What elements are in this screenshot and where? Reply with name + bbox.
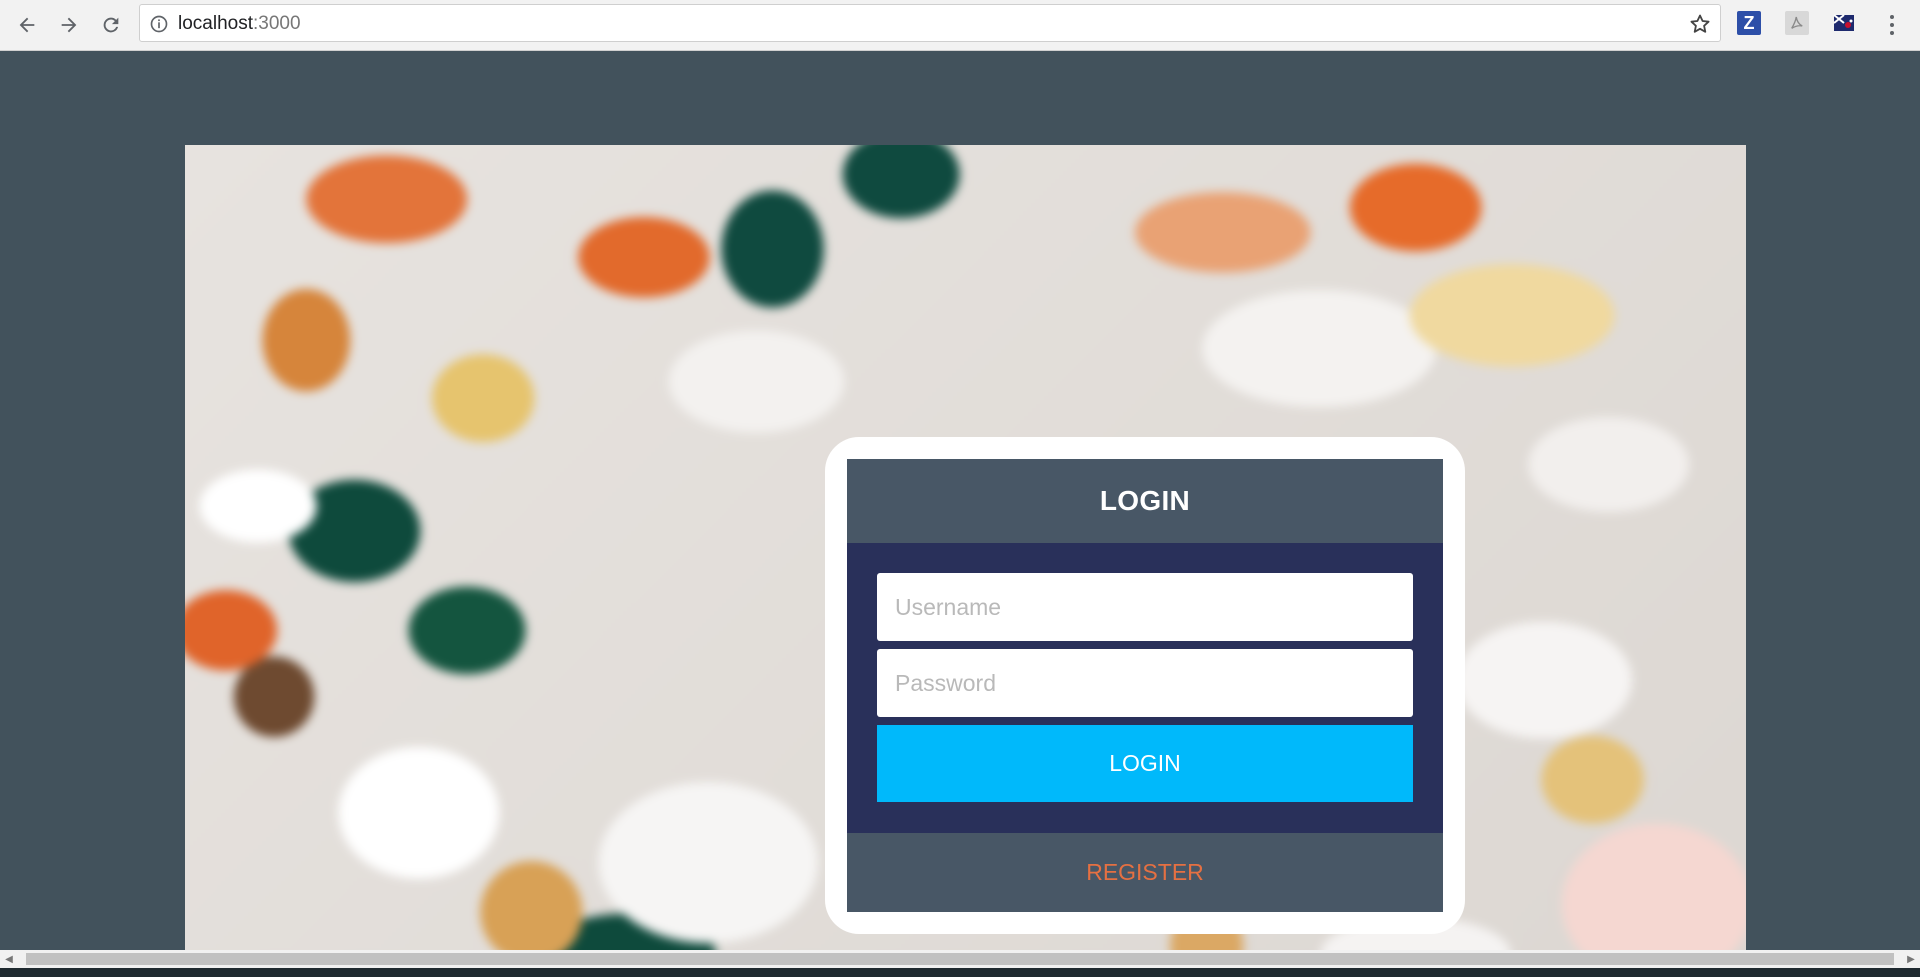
arrow-right-icon	[61, 17, 77, 33]
reload-button[interactable]	[94, 8, 128, 42]
password-input[interactable]	[877, 649, 1413, 717]
info-icon[interactable]	[149, 14, 169, 34]
kebab-menu-icon[interactable]	[1880, 10, 1904, 40]
login-card-panel: LOGIN LOGIN REGISTER	[847, 459, 1443, 912]
scroll-left-icon[interactable]: ◀	[0, 950, 18, 968]
url-port: :3000	[253, 13, 301, 34]
login-card: LOGIN LOGIN REGISTER	[825, 437, 1465, 934]
taskbar-strip	[0, 968, 1920, 977]
pdf-extension-icon[interactable]	[1785, 11, 1809, 35]
login-title: LOGIN	[1099, 485, 1191, 516]
reload-icon	[103, 17, 119, 33]
flag-extension-icon[interactable]	[1832, 11, 1856, 35]
register-link[interactable]: REGISTER	[847, 833, 1443, 912]
horizontal-scrollbar[interactable]: ◀ ▶	[0, 950, 1920, 968]
address-bar[interactable]: localhost:3000	[139, 4, 1721, 42]
acrobat-icon	[1791, 16, 1803, 29]
arrow-left-icon	[19, 17, 35, 33]
flag-icon	[1833, 14, 1854, 31]
star-icon[interactable]	[1688, 12, 1712, 36]
login-form: LOGIN	[847, 543, 1443, 833]
url-host: localhost	[178, 13, 253, 34]
scroll-right-icon[interactable]: ▶	[1902, 950, 1920, 968]
zotero-extension-icon[interactable]: Z	[1737, 11, 1761, 35]
scrollbar-thumb[interactable]	[26, 953, 1894, 965]
username-input[interactable]	[877, 573, 1413, 641]
url-text: localhost:3000	[178, 14, 301, 34]
back-button[interactable]	[10, 8, 44, 42]
browser-toolbar: localhost:3000 Z	[0, 0, 1920, 51]
login-button[interactable]: LOGIN	[877, 725, 1413, 802]
forward-button[interactable]	[52, 8, 86, 42]
zotero-letter: Z	[1743, 12, 1755, 33]
hero-section: LOGIN LOGIN REGISTER	[185, 145, 1746, 950]
